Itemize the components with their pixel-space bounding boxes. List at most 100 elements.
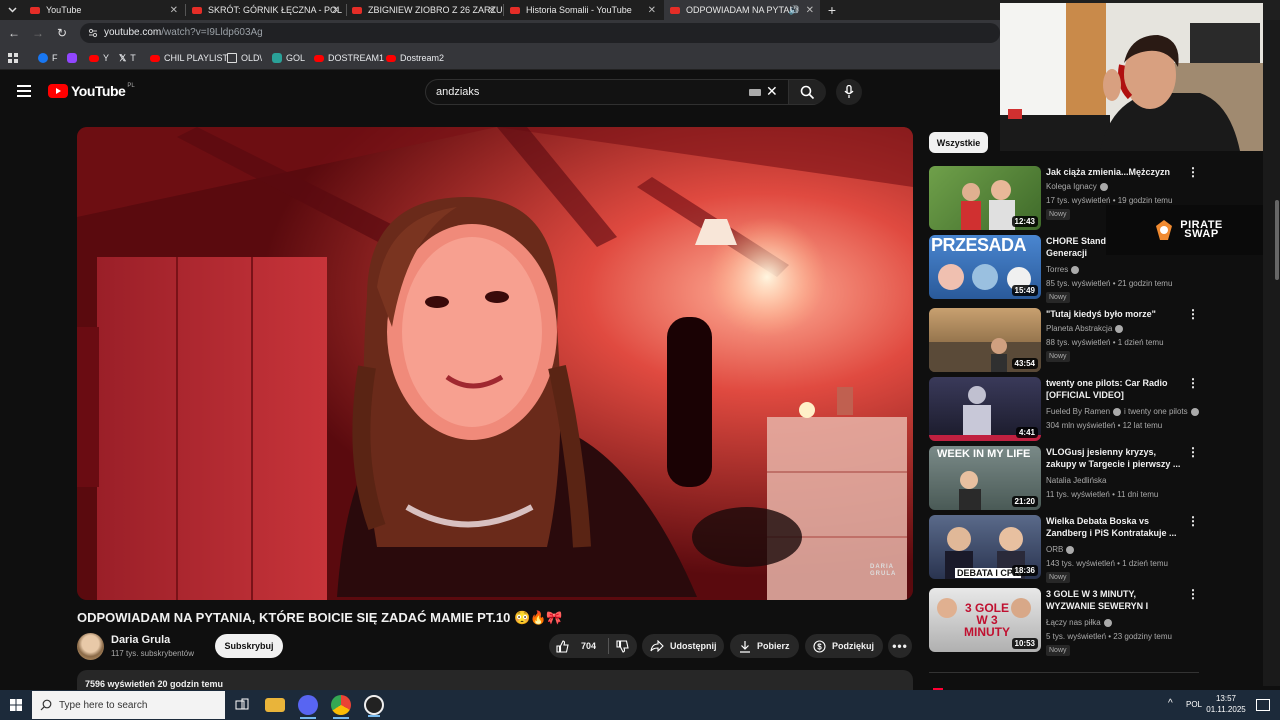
bookmark-item[interactable]: CHIL PLAYLIST [150,52,228,64]
download-button[interactable]: Pobierz [730,634,799,658]
more-actions-button[interactable]: ••• [888,634,912,658]
recommendation-item[interactable]: 4:41 twenty one pilots: Car Radio [OFFIC… [929,377,1229,441]
taskbar-search[interactable]: Type here to search [32,691,225,719]
recommendation-title[interactable]: twenty one pilots: Car Radio [OFFICIAL V… [1046,377,1184,401]
recommendation-item[interactable]: DEBATA I CPK 18:36 Wielka Debata Boska v… [929,515,1229,583]
tray-chevron-up-icon[interactable]: ^ [1168,698,1173,709]
forward-arrow-icon[interactable]: → [30,25,46,41]
browser-tab[interactable]: Historia Somalii - YouTube ✕ [504,0,662,20]
channel-avatar[interactable] [77,633,104,660]
youtube-logo[interactable]: YouTube PL [48,83,135,99]
keyboard-icon[interactable] [749,89,761,96]
bookmark-item[interactable]: Dostream2 [386,52,444,64]
youtube-header: YouTube PL ✕ [0,71,1000,113]
search-input[interactable] [436,84,736,100]
address-bar[interactable]: youtube.com/watch?v=I9Lldp603Ag [80,23,1000,43]
bookmark-label: CHIL PLAYLIST [164,53,229,63]
browser-tab[interactable]: SKRÓT: GÓRNIK ŁĘCZNA - POL ✕ [186,0,346,20]
video-thumbnail[interactable]: 12:43 [929,166,1041,230]
video-thumbnail[interactable]: 43:54 [929,308,1041,372]
video-player[interactable] [77,127,913,600]
audio-playing-icon[interactable]: 🔊 [789,5,800,16]
more-vertical-icon[interactable]: ⋮ [1187,446,1199,458]
new-tab-button[interactable]: + [824,2,840,18]
reload-icon[interactable]: ↻ [54,25,70,41]
like-button[interactable]: 704 [556,639,608,653]
video-thumbnail[interactable]: 3 GOLE W 3 MINUTY 10:53 [929,588,1041,652]
input-language[interactable]: POL [1186,700,1202,709]
tab-close-icon[interactable]: ✕ [648,5,656,16]
recommendation-title[interactable]: 3 GOLE W 3 MINUTY, WYZWANIE SEWERYN I NO… [1046,588,1184,612]
video-thumbnail[interactable]: PRZESADA 15:49 [929,235,1041,299]
discord-icon[interactable] [298,695,318,719]
recommendation-title[interactable]: Wielka Debata Boska vs Zandberg i PiS Ko… [1046,515,1184,539]
bookmark-item[interactable]: F [38,52,58,64]
clock-date: 01.11.2025 [1206,705,1246,714]
channel-name[interactable]: Daria Grula [111,634,170,646]
browser-tab-active[interactable]: ODPOWIADAM NA PYTANI 🔊 ✕ [664,0,820,20]
more-vertical-icon[interactable]: ⋮ [1187,166,1199,178]
logo-text: YouTube [71,83,126,99]
filter-chip-all[interactable]: Wszystkie [929,132,988,153]
verified-badge-icon [1099,182,1108,191]
dislike-button[interactable] [616,639,635,653]
thanks-button[interactable]: $ Podziękuj [805,634,883,658]
taskbar-clock[interactable]: 13:57 01.11.2025 [1206,693,1246,715]
video-duration: 43:54 [1011,358,1038,369]
tab-close-icon[interactable]: ✕ [170,5,178,16]
verified-badge-icon [1115,324,1124,333]
obs-icon[interactable] [364,695,384,717]
thumbnail-text: PRZESADA [931,235,1027,255]
recommendation-title[interactable]: VLOGusj jesienny kryzys, zakupy w Targec… [1046,446,1184,470]
video-thumbnail[interactable]: DEBATA I CPK 18:36 [929,515,1041,579]
tab-close-icon[interactable]: ✕ [806,5,814,16]
youtube-favicon-icon [670,6,680,14]
share-button[interactable]: Udostępnij [642,634,724,658]
clear-search-icon[interactable]: ✕ [766,83,778,100]
url-text: youtube.com/watch?v=I9Lldp603Ag [104,27,263,38]
bookmark-item[interactable] [67,52,81,64]
search-box[interactable]: ✕ [425,79,826,105]
more-vertical-icon[interactable]: ⋮ [1187,588,1199,600]
notifications-icon[interactable] [1256,699,1270,711]
task-view-icon[interactable] [232,695,252,715]
video-thumbnail[interactable]: 4:41 [929,377,1041,441]
start-button[interactable] [0,690,32,720]
more-vertical-icon[interactable]: ⋮ [1187,377,1199,389]
browser-tab[interactable]: ZBIGNIEW ZIOBRO Z 26 ZARZU ✕ [346,0,502,20]
voice-search-button[interactable] [836,79,862,105]
tab-close-icon[interactable]: ✕ [332,5,340,16]
recommendation-title[interactable]: Jak ciąża zmienia...Mężczyzn [1046,166,1184,178]
video-duration: 15:49 [1011,285,1038,296]
subscribe-button[interactable]: Subskrybuj [215,634,283,658]
recommendation-item[interactable]: 43:54 "Tutaj kiedyś było morze" Planeta … [929,308,1229,372]
recommendation-item[interactable]: WEEK IN MY LIFE 21:20 VLOGusj jesienny k… [929,446,1229,510]
more-vertical-icon[interactable]: ⋮ [1187,308,1199,320]
browser-tab[interactable]: YouTube ✕ [24,0,184,20]
site-info-icon[interactable] [88,28,98,38]
tab-search-chevron-icon[interactable] [4,2,20,18]
menu-hamburger-icon[interactable] [17,85,31,97]
more-vertical-icon[interactable]: ⋮ [1187,515,1199,527]
new-badge: Nowy [1046,645,1070,656]
file-explorer-icon[interactable] [265,698,285,712]
search-button[interactable] [788,80,826,104]
bookmark-item[interactable]: DOSTREAM1 [314,52,384,64]
bookmark-item[interactable]: GOL [272,52,305,64]
page-scrollbar[interactable] [1275,200,1279,280]
youtube-favicon-icon [30,6,40,14]
recommendation-title[interactable]: "Tutaj kiedyś było morze" [1046,308,1184,320]
video-thumbnail[interactable]: WEEK IN MY LIFE 21:20 [929,446,1041,510]
recommendation-item[interactable]: 3 GOLE W 3 MINUTY 10:53 3 GOLE W 3 MINUT… [929,588,1229,656]
back-arrow-icon[interactable]: ← [6,25,22,41]
apps-grid-icon[interactable] [8,52,18,64]
verified-badge-icon [1190,407,1199,416]
chrome-icon[interactable] [331,695,351,719]
tab-close-icon[interactable]: ✕ [488,5,496,16]
recommendation-meta: 5 tys. wyświetleń • 23 godziny temu [1046,632,1172,641]
bookmark-item[interactable]: 𝕏T [119,52,136,64]
verified-badge-icon [1071,265,1080,274]
bookmark-item[interactable]: Y [89,52,109,64]
bookmark-folder[interactable]: OLD\ [227,52,262,64]
like-count: 704 [581,641,597,651]
